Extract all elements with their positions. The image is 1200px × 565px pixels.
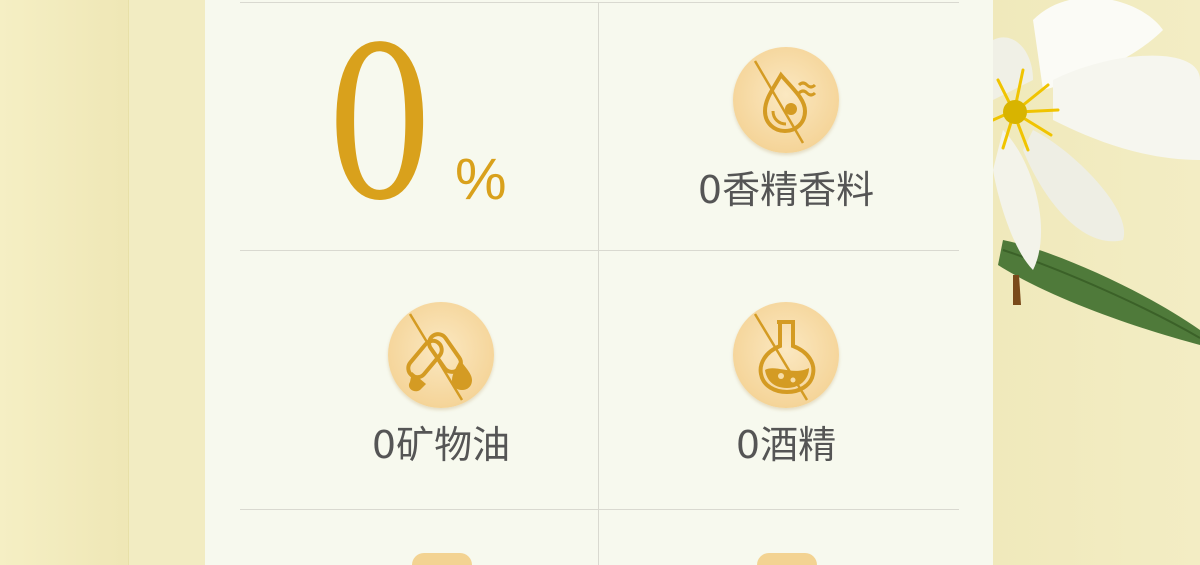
no-mineral-oil-icon	[388, 302, 494, 408]
feature-card	[205, 0, 993, 565]
no-alcohol-icon	[733, 302, 839, 408]
percent-sign: %	[455, 147, 507, 212]
no-fragrance-icon	[733, 47, 839, 153]
feature-label-no-fragrance: 0香精香料	[697, 168, 875, 212]
badge-partial	[412, 553, 472, 565]
grid-line	[598, 2, 599, 565]
feature-label-no-mineral-oil: 0矿物油	[371, 423, 511, 467]
flower-decoration	[993, 0, 1200, 565]
flower-image	[993, 0, 1200, 345]
grid-line	[240, 250, 959, 251]
zero-percent-number: 0	[325, 2, 435, 247]
grid-line	[240, 509, 959, 510]
badge-partial	[757, 553, 817, 565]
feature-label-no-alcohol: 0酒精	[735, 423, 837, 467]
background-strip	[128, 0, 206, 565]
